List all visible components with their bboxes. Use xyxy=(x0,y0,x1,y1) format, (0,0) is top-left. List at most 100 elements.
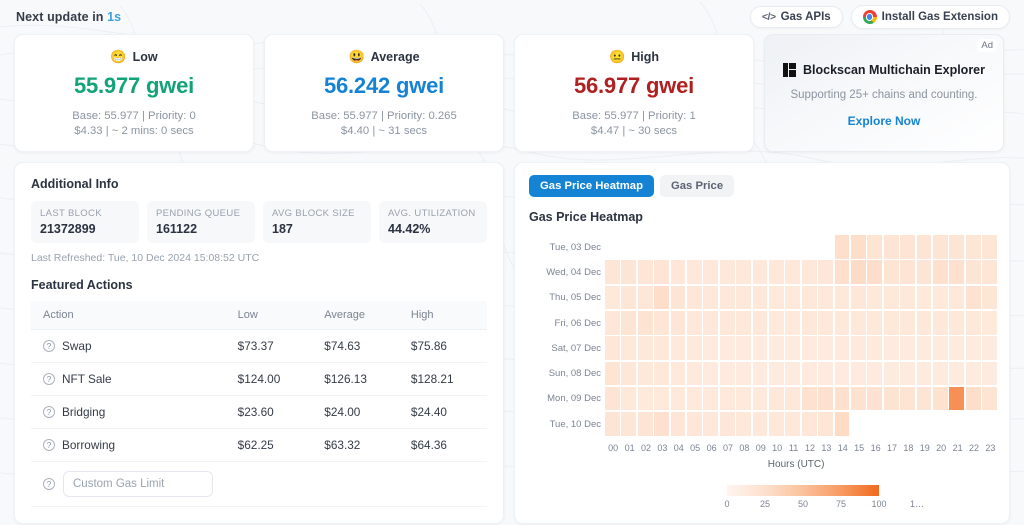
heatmap-cell[interactable] xyxy=(752,285,768,310)
heatmap-cell[interactable] xyxy=(982,336,997,360)
heatmap-cell[interactable] xyxy=(900,310,915,335)
heatmap-cell[interactable] xyxy=(785,310,801,335)
heatmap-cell[interactable] xyxy=(687,285,702,310)
heatmap-cell[interactable] xyxy=(801,386,817,411)
heatmap-cell[interactable] xyxy=(785,260,801,284)
gas-card-average[interactable]: 😃 Average 56.242 gwei Base: 55.977 | Pri… xyxy=(264,34,504,152)
help-icon[interactable]: ? xyxy=(43,406,55,418)
heatmap-cell[interactable] xyxy=(752,386,768,411)
heatmap-cell[interactable] xyxy=(883,361,899,386)
heatmap-cell[interactable] xyxy=(818,412,833,436)
heatmap-cell[interactable] xyxy=(851,310,866,335)
tab-gas-price-heatmap[interactable]: Gas Price Heatmap xyxy=(529,175,654,197)
heatmap-cell[interactable] xyxy=(719,361,735,386)
heatmap-cell[interactable] xyxy=(670,412,686,436)
heatmap-cell[interactable] xyxy=(883,235,899,259)
heatmap-cell[interactable] xyxy=(834,361,850,386)
heatmap-cell[interactable] xyxy=(605,336,620,360)
heatmap-cell[interactable] xyxy=(605,285,620,310)
heatmap-cell[interactable] xyxy=(867,386,883,411)
heatmap-cell[interactable] xyxy=(687,310,702,335)
heatmap-cell[interactable] xyxy=(949,336,965,360)
ad-explore-now-link[interactable]: Explore Now xyxy=(848,114,921,128)
heatmap-cell[interactable] xyxy=(867,310,883,335)
gas-apis-button[interactable]: </> Gas APIs xyxy=(749,6,843,28)
heatmap-cell[interactable] xyxy=(900,285,915,310)
heatmap-cell[interactable] xyxy=(851,336,866,360)
heatmap-cell[interactable] xyxy=(621,310,637,335)
heatmap-cell[interactable] xyxy=(851,386,866,411)
heatmap-cell[interactable] xyxy=(982,260,997,284)
heatmap-cell[interactable] xyxy=(654,412,669,436)
heatmap-cell[interactable] xyxy=(654,260,669,284)
heatmap-cell[interactable] xyxy=(933,361,948,386)
heatmap-cell[interactable] xyxy=(687,336,702,360)
heatmap-cell[interactable] xyxy=(703,412,719,436)
heatmap-cell[interactable] xyxy=(654,361,669,386)
heatmap-cell[interactable] xyxy=(736,386,751,411)
heatmap-cell[interactable] xyxy=(933,336,948,360)
heatmap-cell[interactable] xyxy=(949,260,965,284)
heatmap-cell[interactable] xyxy=(670,260,686,284)
heatmap-cell[interactable] xyxy=(637,386,653,411)
heatmap-cell[interactable] xyxy=(719,412,735,436)
heatmap-cell[interactable] xyxy=(933,386,948,411)
heatmap-cell[interactable] xyxy=(916,310,932,335)
heatmap-cell[interactable] xyxy=(637,310,653,335)
heatmap-cell[interactable] xyxy=(933,285,948,310)
heatmap-cell[interactable] xyxy=(834,260,850,284)
heatmap-cell[interactable] xyxy=(916,235,932,259)
heatmap-cell[interactable] xyxy=(687,361,702,386)
heatmap-cell[interactable] xyxy=(867,235,883,259)
heatmap-cell[interactable] xyxy=(687,260,702,284)
heatmap-cell[interactable] xyxy=(834,386,850,411)
heatmap-cell[interactable] xyxy=(965,235,981,259)
heatmap-cell[interactable] xyxy=(965,310,981,335)
heatmap-cell[interactable] xyxy=(752,412,768,436)
heatmap-cell[interactable] xyxy=(933,260,948,284)
heatmap-cell[interactable] xyxy=(801,361,817,386)
heatmap-cell[interactable] xyxy=(965,361,981,386)
heatmap-cell[interactable] xyxy=(883,260,899,284)
advertisement-card[interactable]: Ad Blockscan Multichain Explorer Support… xyxy=(764,34,1004,152)
custom-gas-limit-input[interactable] xyxy=(63,471,213,497)
heatmap-cell[interactable] xyxy=(801,336,817,360)
heatmap-cell[interactable] xyxy=(621,336,637,360)
heatmap-cell[interactable] xyxy=(637,361,653,386)
heatmap-cell[interactable] xyxy=(605,386,620,411)
heatmap-cell[interactable] xyxy=(801,412,817,436)
heatmap-cell[interactable] xyxy=(719,260,735,284)
heatmap-cell[interactable] xyxy=(654,285,669,310)
heatmap-cell[interactable] xyxy=(703,336,719,360)
heatmap-cell[interactable] xyxy=(687,386,702,411)
heatmap-cell[interactable] xyxy=(654,336,669,360)
heatmap-cell[interactable] xyxy=(736,310,751,335)
help-icon[interactable]: ? xyxy=(43,373,55,385)
heatmap-cell[interactable] xyxy=(769,336,784,360)
heatmap-cell[interactable] xyxy=(883,336,899,360)
heatmap-cell[interactable] xyxy=(933,310,948,335)
heatmap-cell[interactable] xyxy=(834,310,850,335)
heatmap-cell[interactable] xyxy=(785,285,801,310)
help-icon[interactable]: ? xyxy=(43,439,55,451)
heatmap-cell[interactable] xyxy=(736,260,751,284)
heatmap-cell[interactable] xyxy=(719,336,735,360)
heatmap-cell[interactable] xyxy=(867,336,883,360)
heatmap-cell[interactable] xyxy=(637,412,653,436)
heatmap-cell[interactable] xyxy=(605,260,620,284)
heatmap-cell[interactable] xyxy=(621,412,637,436)
heatmap-cell[interactable] xyxy=(883,386,899,411)
heatmap-cell[interactable] xyxy=(834,285,850,310)
heatmap-cell[interactable] xyxy=(900,361,915,386)
heatmap-cell[interactable] xyxy=(949,386,965,411)
heatmap-cell[interactable] xyxy=(965,285,981,310)
heatmap-cell[interactable] xyxy=(949,235,965,259)
heatmap-cell[interactable] xyxy=(933,235,948,259)
heatmap-cell[interactable] xyxy=(703,386,719,411)
heatmap-cell[interactable] xyxy=(769,361,784,386)
heatmap-cell[interactable] xyxy=(900,235,915,259)
heatmap-cell[interactable] xyxy=(867,260,883,284)
tab-gas-price[interactable]: Gas Price xyxy=(659,175,735,197)
heatmap-cell[interactable] xyxy=(867,285,883,310)
heatmap-cell[interactable] xyxy=(867,361,883,386)
